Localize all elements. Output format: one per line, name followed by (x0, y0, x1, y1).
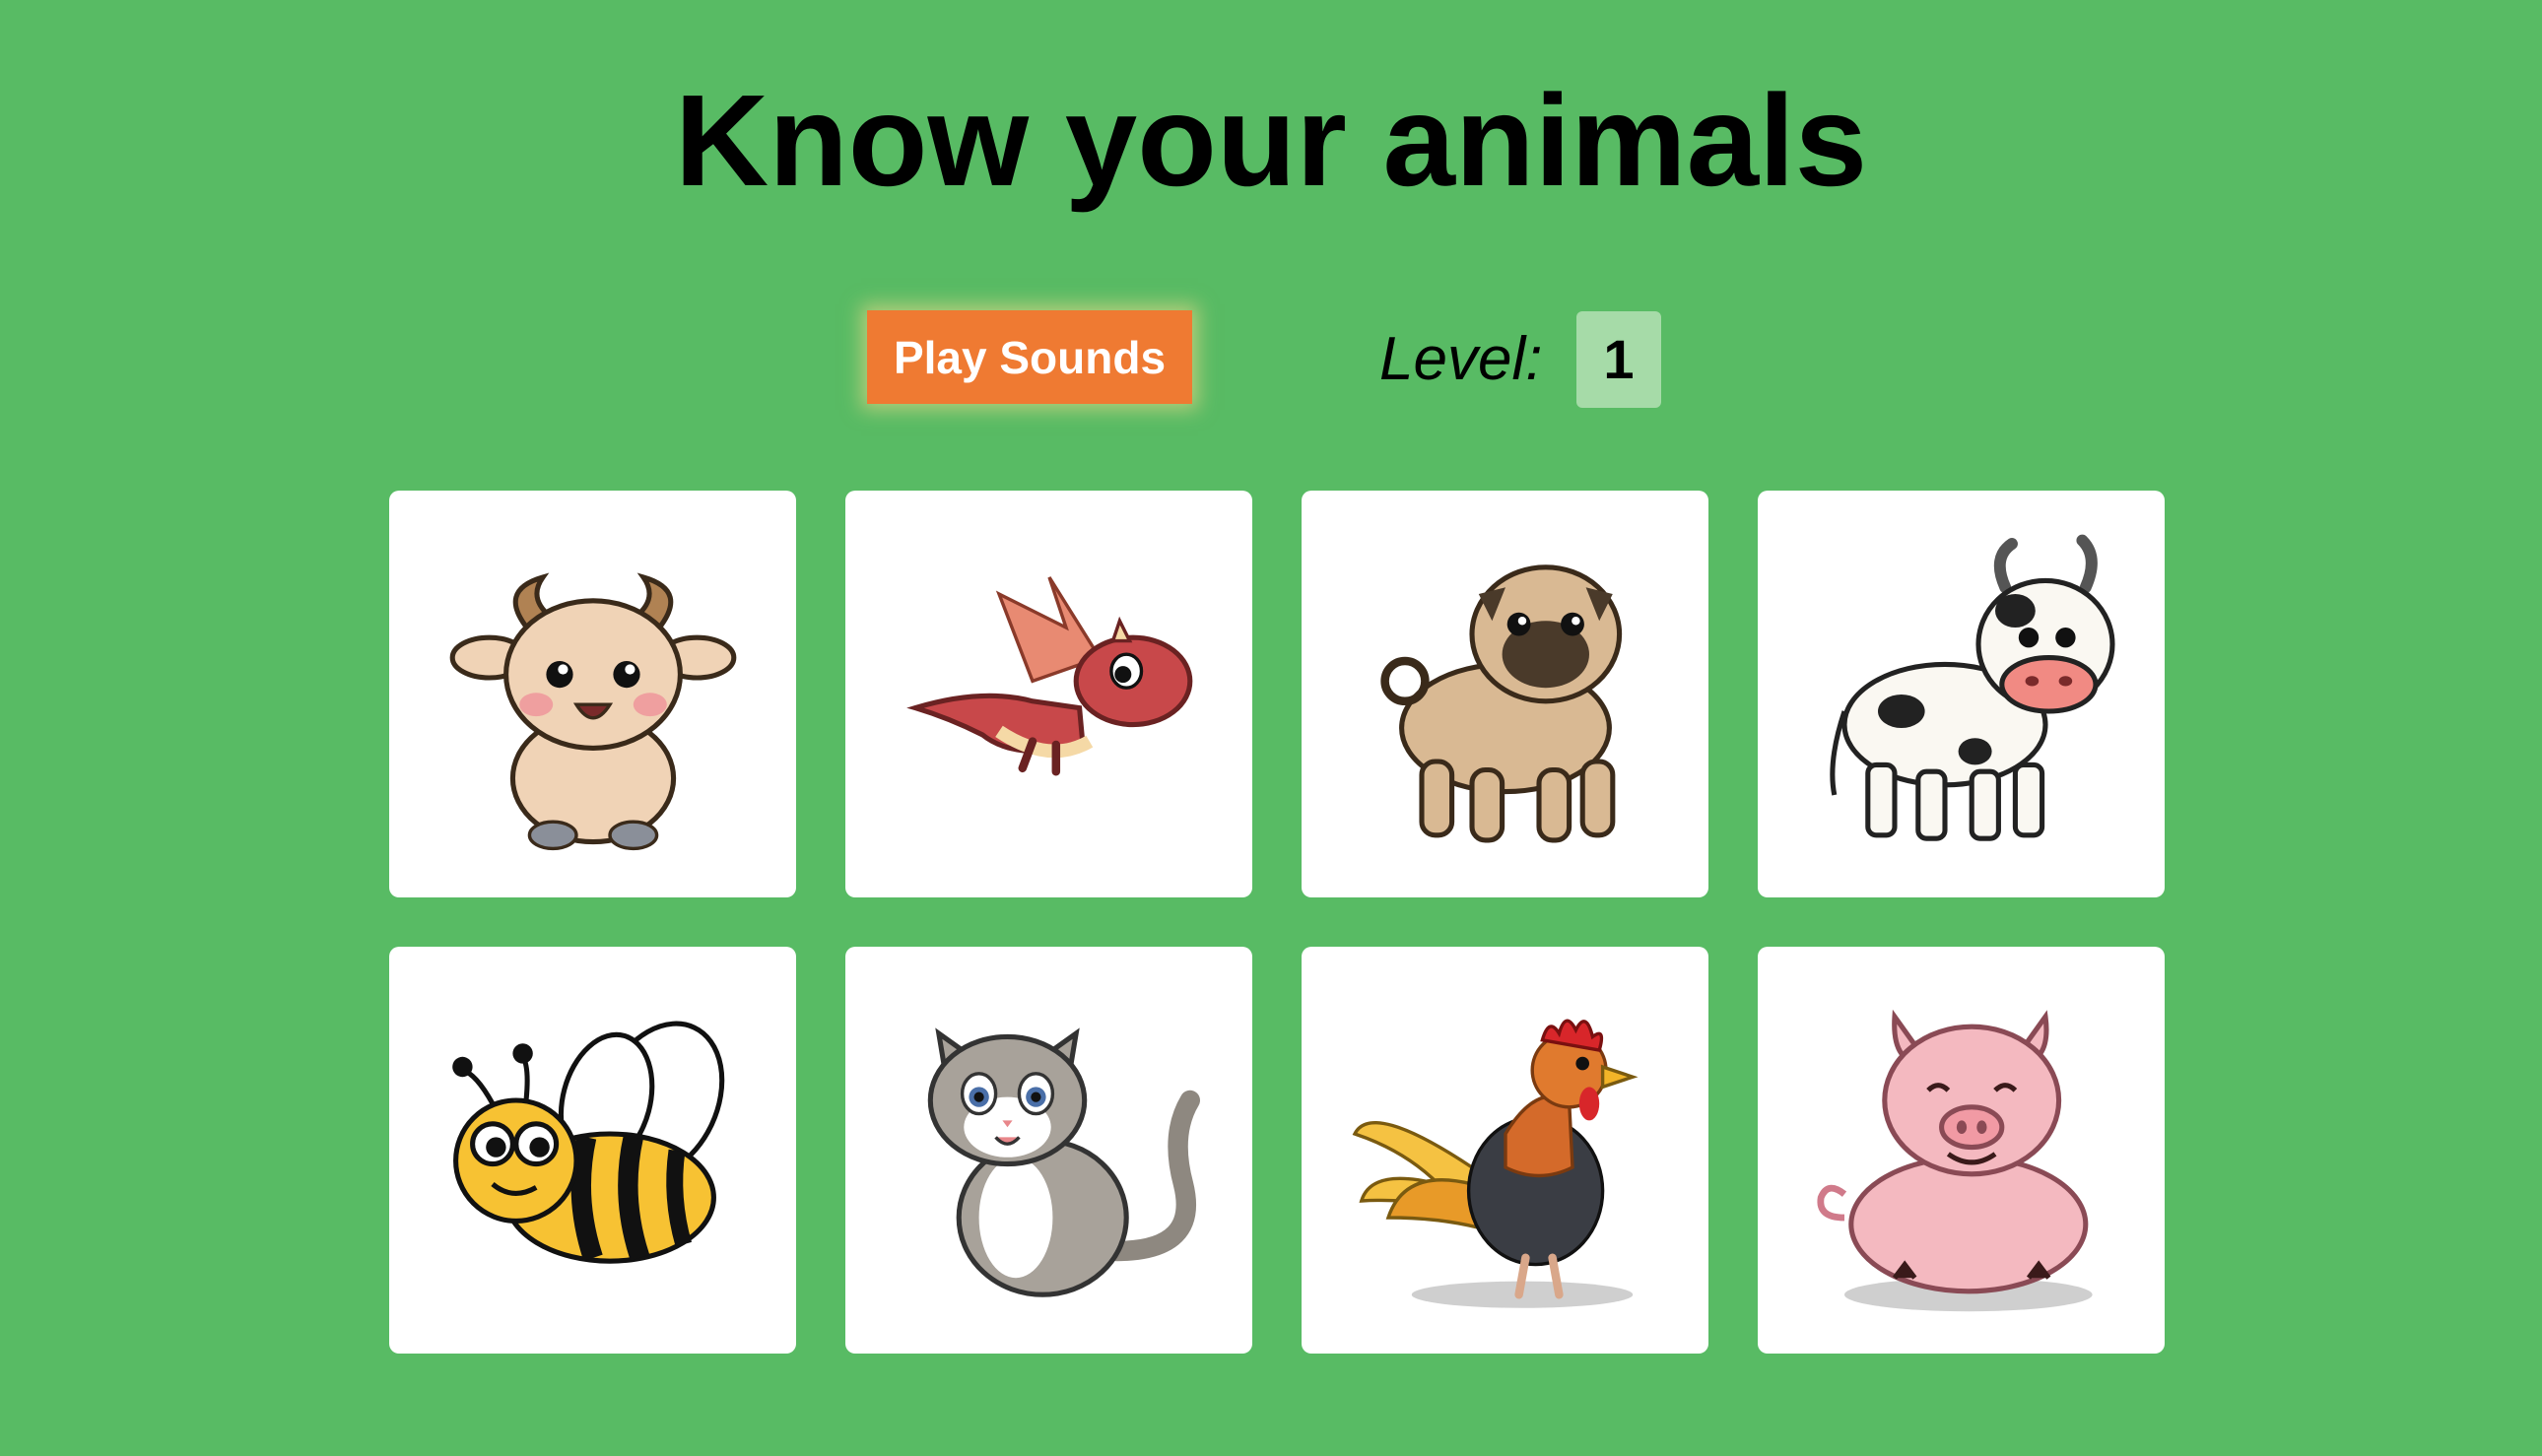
animal-grid (389, 491, 2167, 1354)
animal-card-rooster[interactable] (1302, 947, 1708, 1354)
level-value: 1 (1576, 311, 1661, 408)
cow-icon (1829, 534, 2115, 841)
pig-icon (1816, 1009, 2093, 1311)
pug-icon (1379, 563, 1622, 842)
animal-card-cow[interactable] (1758, 491, 2165, 897)
animal-card-bee[interactable] (389, 947, 796, 1354)
rooster-icon (1352, 1019, 1639, 1308)
animal-card-pug[interactable] (1302, 491, 1708, 897)
page-title: Know your animals (674, 68, 1868, 213)
animal-card-dragon[interactable] (845, 491, 1252, 897)
bee-icon (451, 1021, 724, 1264)
level-label: Level: (1379, 325, 1543, 393)
goat-icon (449, 572, 736, 850)
animal-card-pig[interactable] (1758, 947, 2165, 1354)
animal-card-cat[interactable] (845, 947, 1252, 1354)
animal-card-goat[interactable] (389, 491, 796, 897)
cat-icon (927, 1026, 1200, 1297)
play-sounds-button[interactable]: Play Sounds (867, 310, 1192, 404)
dragon-icon (905, 575, 1192, 775)
